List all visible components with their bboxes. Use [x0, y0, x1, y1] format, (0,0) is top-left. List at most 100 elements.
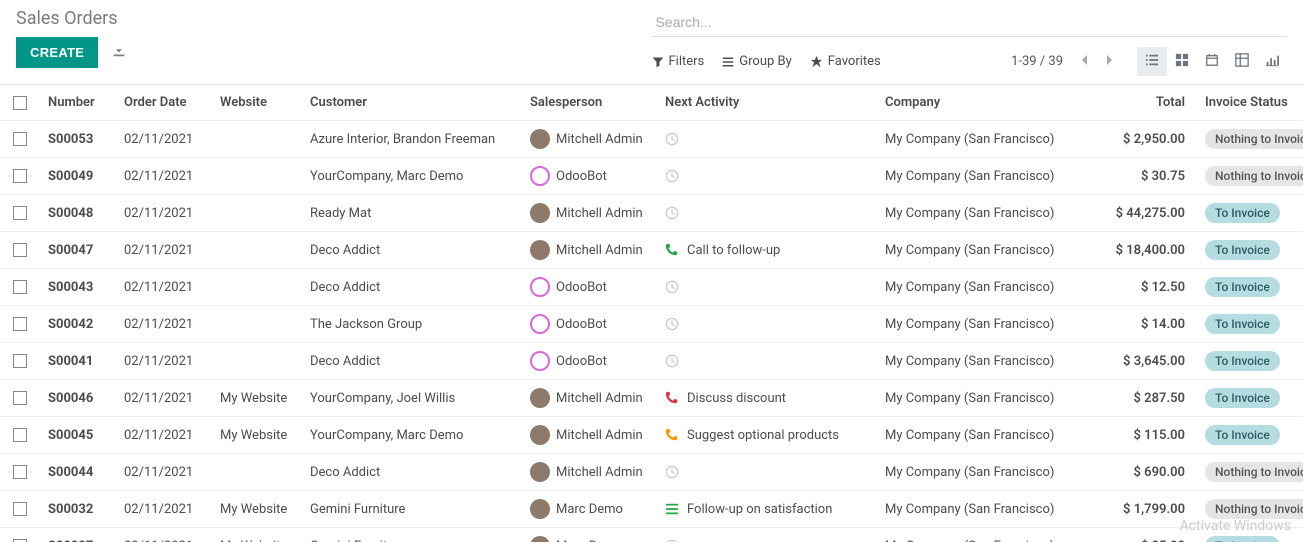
col-order-date[interactable]: Order Date [116, 85, 212, 121]
clock-icon [665, 206, 679, 220]
activity-cell[interactable]: Discuss discount [665, 391, 869, 406]
cell-website [212, 232, 302, 269]
table-row[interactable]: S0004702/11/2021Deco AddictMitchell Admi… [0, 232, 1303, 269]
cell-number: S00042 [40, 306, 116, 343]
cell-number: S00053 [40, 121, 116, 158]
view-list-button[interactable] [1137, 47, 1167, 76]
cell-company: My Company (San Francisco) [877, 380, 1102, 417]
cell-customer: YourCompany, Joel Willis [302, 380, 522, 417]
table-row[interactable]: S0004902/11/2021YourCompany, Marc DemoOd… [0, 158, 1303, 195]
cell-number: S00032 [40, 491, 116, 528]
cell-company: My Company (San Francisco) [877, 491, 1102, 528]
cell-company: My Company (San Francisco) [877, 528, 1102, 542]
cell-salesperson: Marc Demo [556, 502, 623, 517]
row-checkbox[interactable] [13, 317, 27, 331]
filters-button[interactable]: Filters [652, 54, 705, 69]
cell-order-date: 02/11/2021 [116, 269, 212, 306]
row-checkbox[interactable] [13, 206, 27, 220]
chevron-right-icon [1105, 54, 1115, 66]
activity-cell[interactable] [665, 280, 869, 294]
col-next-activity[interactable]: Next Activity [657, 85, 877, 121]
table-row[interactable]: S0005302/11/2021Azure Interior, Brandon … [0, 121, 1303, 158]
activity-cell[interactable]: Suggest optional products [665, 428, 869, 443]
cell-company: My Company (San Francisco) [877, 158, 1102, 195]
status-badge: To Invoice [1205, 425, 1280, 445]
view-pivot-button[interactable] [1227, 47, 1257, 76]
col-customer[interactable]: Customer [302, 85, 522, 121]
row-checkbox[interactable] [13, 391, 27, 405]
row-checkbox[interactable] [13, 465, 27, 479]
col-number[interactable]: Number [40, 85, 116, 121]
activity-cell[interactable] [665, 132, 869, 146]
kanban-icon [1175, 53, 1189, 67]
col-salesperson[interactable]: Salesperson [522, 85, 657, 121]
activity-cell[interactable]: Call to follow-up [665, 243, 869, 258]
avatar [530, 277, 550, 297]
row-checkbox[interactable] [13, 354, 27, 368]
view-calendar-button[interactable] [1197, 47, 1227, 76]
cell-order-date: 02/11/2021 [116, 158, 212, 195]
row-checkbox[interactable] [13, 132, 27, 146]
view-graph-button[interactable] [1257, 47, 1287, 76]
table-row[interactable]: S0004502/11/2021My WebsiteYourCompany, M… [0, 417, 1303, 454]
col-website[interactable]: Website [212, 85, 302, 121]
activity-cell[interactable] [665, 317, 869, 331]
cell-total: $ 1,799.00 [1102, 491, 1197, 528]
col-invoice-status[interactable]: Invoice Status [1197, 85, 1303, 121]
row-checkbox[interactable] [13, 280, 27, 294]
page-title: Sales Orders [16, 8, 652, 29]
row-checkbox[interactable] [13, 428, 27, 442]
table-row[interactable]: S0004402/11/2021Deco AddictMitchell Admi… [0, 454, 1303, 491]
avatar [530, 425, 550, 445]
cell-website [212, 269, 302, 306]
cell-order-date: 02/11/2021 [116, 306, 212, 343]
col-total[interactable]: Total [1102, 85, 1197, 121]
view-kanban-button[interactable] [1167, 47, 1197, 76]
cell-customer: Deco Addict [302, 232, 522, 269]
select-all-checkbox[interactable] [13, 96, 27, 110]
table-row[interactable]: S0004602/11/2021My WebsiteYourCompany, J… [0, 380, 1303, 417]
cell-order-date: 02/11/2021 [116, 454, 212, 491]
activity-cell[interactable] [665, 465, 869, 479]
cell-website [212, 454, 302, 491]
row-checkbox[interactable] [13, 502, 27, 516]
row-checkbox[interactable] [13, 243, 27, 257]
activity-cell[interactable] [665, 169, 869, 183]
cell-salesperson: OdooBot [556, 169, 607, 184]
col-company[interactable]: Company [877, 85, 1102, 121]
status-badge: To Invoice [1205, 314, 1280, 334]
download-button[interactable] [106, 38, 132, 67]
cell-customer: Gemini Furniture [302, 528, 522, 542]
cell-salesperson: Mitchell Admin [556, 428, 643, 443]
table-row[interactable]: S0004802/11/2021Ready MatMitchell AdminM… [0, 195, 1303, 232]
activity-cell[interactable] [665, 354, 869, 368]
cell-website [212, 343, 302, 380]
table-row[interactable]: S0004102/11/2021Deco AddictOdooBotMy Com… [0, 343, 1303, 380]
cell-website [212, 306, 302, 343]
cell-salesperson: OdooBot [556, 317, 607, 332]
avatar [530, 536, 550, 542]
table-row[interactable]: S0004202/11/2021The Jackson GroupOdooBot… [0, 306, 1303, 343]
cell-customer: Deco Addict [302, 454, 522, 491]
row-checkbox[interactable] [13, 169, 27, 183]
pager-prev-button[interactable] [1073, 50, 1095, 73]
cell-company: My Company (San Francisco) [877, 269, 1102, 306]
cell-company: My Company (San Francisco) [877, 343, 1102, 380]
status-badge: Nothing to Invoice [1205, 129, 1303, 149]
avatar [530, 240, 550, 260]
cell-total: $ 3,645.00 [1102, 343, 1197, 380]
table-row[interactable]: S0003702/11/2021My WebsiteGemini Furnitu… [0, 528, 1303, 542]
favorites-button[interactable]: Favorites [810, 54, 881, 69]
phone-icon [665, 391, 679, 405]
pager-next-button[interactable] [1099, 50, 1121, 73]
activity-cell[interactable] [665, 206, 869, 220]
filter-icon [652, 56, 664, 68]
table-row[interactable]: S0003202/11/2021My WebsiteGemini Furnitu… [0, 491, 1303, 528]
search-input[interactable] [652, 8, 1288, 37]
activity-cell[interactable]: Follow-up on satisfaction [665, 502, 869, 517]
cell-total: $ 12.50 [1102, 269, 1197, 306]
group-by-button[interactable]: Group By [722, 54, 792, 69]
cell-website [212, 121, 302, 158]
create-button[interactable]: CREATE [16, 37, 98, 68]
table-row[interactable]: S0004302/11/2021Deco AddictOdooBotMy Com… [0, 269, 1303, 306]
